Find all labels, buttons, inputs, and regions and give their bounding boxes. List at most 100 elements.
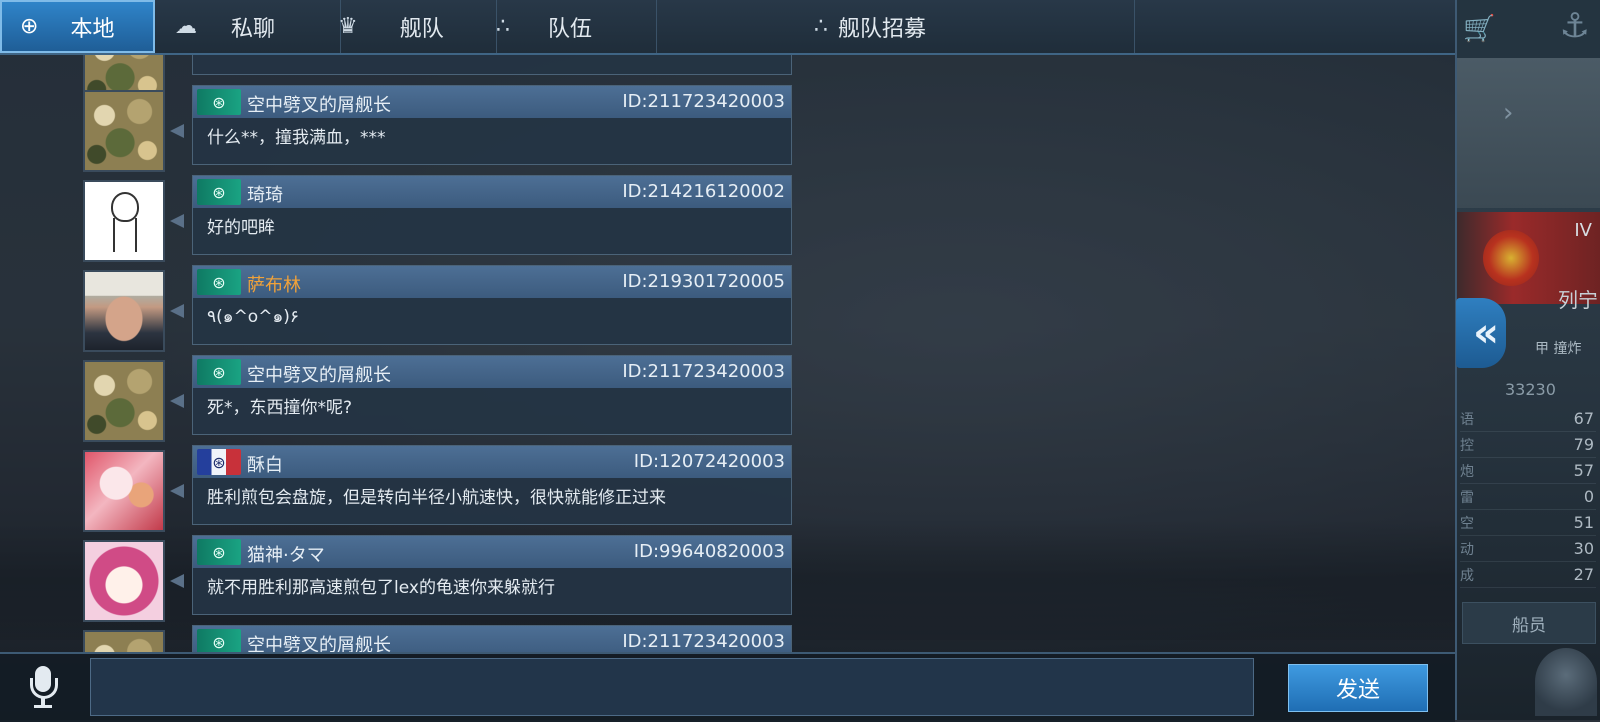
tab-team[interactable]: ∴ 队伍 xyxy=(478,0,657,53)
stat-value: 79 xyxy=(1573,435,1594,454)
sender-name[interactable]: 空中劈叉的屑舰长 xyxy=(247,91,391,117)
message-text: 好的吧眸 xyxy=(207,218,275,238)
message-bubble: ⊛ 空中劈叉的屑舰长 ID:211723420003 xyxy=(192,625,792,652)
chat-input-bar: 发送 xyxy=(0,652,1455,722)
sender-avatar[interactable] xyxy=(83,540,165,622)
message-header: ⊛ 空中劈叉的屑舰长 ID:211723420003 xyxy=(193,356,791,388)
sender-name[interactable]: 酥白 xyxy=(247,451,283,477)
ship-flag-banner: IV 列宁 xyxy=(1455,212,1600,312)
stat-label: 空 xyxy=(1460,516,1474,532)
chevron-right-icon[interactable]: › xyxy=(1503,98,1513,128)
stat-value: 27 xyxy=(1573,565,1594,584)
recruit-dots-icon: ∴ xyxy=(814,14,828,39)
flag-badge-icon: ⊛ xyxy=(197,539,241,565)
message-bubble: ⊛ 空中劈叉的屑舰长 ID:211723420003 什么**，撞我满血，*** xyxy=(192,85,792,165)
ship-preview[interactable]: › xyxy=(1455,58,1600,208)
flag-badge-icon: ⊛ xyxy=(197,89,241,115)
ship-stat-row: 成 27 xyxy=(1460,561,1596,588)
sketch-body xyxy=(113,218,137,252)
crew-button[interactable]: 船员 xyxy=(1462,602,1596,644)
sender-avatar[interactable] xyxy=(83,450,165,532)
bubble-pointer xyxy=(170,484,184,498)
tab-label: 舰队招募 xyxy=(838,16,927,42)
chat-panel: ⊕ 本地 ☁ 私聊 ♛ 舰队 ∴ 队伍 ∴ 舰队招募 ⊛ 空中劈叉的屑舰长 ID… xyxy=(0,0,1457,722)
ship-stat-row: 控 79 xyxy=(1460,431,1596,458)
stat-label: 控 xyxy=(1460,438,1474,454)
bubble-pointer xyxy=(170,394,184,408)
sender-id: ID:99640820003 xyxy=(633,541,785,562)
sender-name[interactable]: 猫神·タマ xyxy=(247,541,325,567)
mic-foot xyxy=(34,705,52,708)
send-button[interactable]: 发送 xyxy=(1288,664,1428,712)
stat-value: 51 xyxy=(1573,513,1594,532)
message-bubble: ⊛ 萨布林 ID:219301720005 ٩(๑^o^๑)۶ xyxy=(192,265,792,345)
side-top-bar: 🛒 ⚓ xyxy=(1455,0,1600,58)
flag-badge-icon: ⊛ xyxy=(197,359,241,385)
stat-label: 动 xyxy=(1460,542,1474,558)
ship-name: 列宁 xyxy=(1558,288,1598,312)
sender-id: ID:12072420003 xyxy=(633,451,785,472)
flag-badge-icon: ⊛ xyxy=(197,629,241,652)
tab-private[interactable]: ☁ 私聊 xyxy=(155,0,341,53)
tab-local[interactable]: ⊕ 本地 xyxy=(0,0,155,53)
side-action-labels: 甲 撞炸 xyxy=(1535,341,1582,357)
mic-stand xyxy=(30,678,58,699)
sender-avatar[interactable] xyxy=(83,360,165,442)
stat-value: 67 xyxy=(1573,409,1594,428)
message-text: 胜利煎包会盘旋，但是转向半径小航速快，很快就能修正过来 xyxy=(207,488,666,508)
sender-id: ID:211723420003 xyxy=(622,361,785,382)
ship-tier: IV xyxy=(1574,220,1592,241)
shop-cart-icon[interactable]: 🛒 xyxy=(1463,14,1495,44)
stat-label: 语 xyxy=(1460,412,1474,428)
fleet-emblem-icon: ♛ xyxy=(338,14,358,39)
bubble-pointer xyxy=(170,124,184,138)
message-text: 什么**，撞我满血，*** xyxy=(207,128,386,148)
tab-label: 队伍 xyxy=(548,16,593,42)
tab-label: 私聊 xyxy=(231,16,276,42)
chat-input-field[interactable] xyxy=(90,658,1254,716)
sender-avatar[interactable] xyxy=(83,630,165,652)
sender-name[interactable]: 萨布林 xyxy=(247,271,301,297)
captain-avatar[interactable] xyxy=(1535,648,1597,716)
sender-avatar[interactable] xyxy=(83,270,165,352)
sender-id: ID:219301720005 xyxy=(622,271,785,292)
anchor-icon[interactable]: ⚓ xyxy=(1560,6,1590,46)
flag-badge-icon: ⊛ xyxy=(197,449,241,475)
stat-label: 雷 xyxy=(1460,490,1474,506)
team-dots-icon: ∴ xyxy=(496,14,510,39)
stat-value: 30 xyxy=(1573,539,1594,558)
message-header: ⊛ 琦琦 ID:214216120002 xyxy=(193,176,791,208)
flag-badge-icon: ⊛ xyxy=(197,179,241,205)
message-bubble: ⊛ 酥白 ID:12072420003 胜利煎包会盘旋，但是转向半径小航速快，很… xyxy=(192,445,792,525)
speech-bubble-icon: ☁ xyxy=(175,14,197,39)
ship-stat-row: 动 30 xyxy=(1460,535,1596,562)
tab-fleet[interactable]: ♛ 舰队 xyxy=(320,0,497,53)
message-header: ⊛ 猫神·タマ ID:99640820003 xyxy=(193,536,791,568)
tab-label: 本地 xyxy=(70,16,115,42)
bubble-pointer xyxy=(170,304,184,318)
microphone-icon[interactable] xyxy=(26,664,60,710)
flag-badge-icon: ⊛ xyxy=(197,269,241,295)
sender-name[interactable]: 空中劈叉的屑舰长 xyxy=(247,361,391,387)
message-bubble: ⊛ 空中劈叉的屑舰长 ID:211723420003 死*，东西撞你*呢? xyxy=(192,355,792,435)
tab-fleet-recruit[interactable]: ∴ 舰队招募 xyxy=(638,0,1135,53)
double-chevron-left-icon[interactable]: « xyxy=(1456,298,1506,368)
ship-stat-row: 雷0 xyxy=(1460,483,1596,510)
sender-name[interactable]: 空中劈叉的屑舰长 xyxy=(247,631,391,652)
message-header: ⊛ 酥白 ID:12072420003 xyxy=(193,446,791,478)
message-header: ⊛ 萨布林 ID:219301720005 xyxy=(193,266,791,298)
ship-stat-row: 炮 57 xyxy=(1460,457,1596,484)
message-bubble: ⊛ 猫神·タマ ID:99640820003 就不用胜利那高速煎包了lex的龟速… xyxy=(192,535,792,615)
sender-id: ID:214216120002 xyxy=(622,181,785,202)
stat-label: 炮 xyxy=(1460,464,1474,480)
sender-name[interactable]: 琦琦 xyxy=(247,181,283,207)
sender-avatar[interactable] xyxy=(83,180,165,262)
sender-id: ID:211723420003 xyxy=(622,631,785,652)
message-bubble: ⊛ 琦琦 ID:214216120002 好的吧眸 xyxy=(192,175,792,255)
sender-avatar[interactable] xyxy=(83,90,165,172)
ship-stat-row: 空 51 xyxy=(1460,509,1596,536)
message-list[interactable]: ⊛ 空中劈叉的屑舰长 ID:211723420003 什么**，撞我满血，***… xyxy=(0,55,1455,652)
tab-label: 舰队 xyxy=(399,16,444,42)
message-header: ⊛ 空中劈叉的屑舰长 ID:211723420003 xyxy=(193,626,791,652)
sender-id: ID:211723420003 xyxy=(622,91,785,112)
